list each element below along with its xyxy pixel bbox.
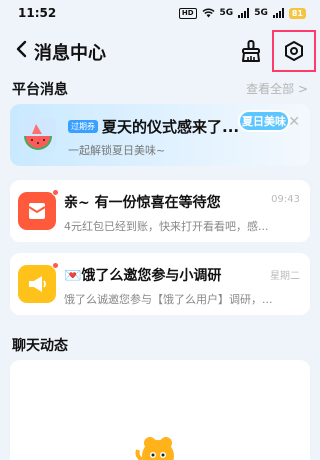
signal-bars-icon	[238, 8, 250, 18]
promo-badge: 夏日美味	[238, 110, 290, 132]
message-time: 星期二	[270, 271, 300, 282]
status-icons: HD 5G 5G 81	[178, 7, 306, 19]
promo-card[interactable]: 过期券 夏天的仪式感来了... 一起解锁夏日美味~ 夏日美味 ✕	[10, 104, 310, 166]
back-button[interactable]	[10, 38, 32, 60]
mascot-illustration	[135, 437, 174, 460]
platform-section-title: 平台消息	[12, 82, 68, 98]
signal-1-label: 5G	[219, 8, 234, 18]
message-item-surprise[interactable]: 亲~ 有一份惊喜在等待您 4元红包已经到账，快来打开看看吧，感... 09:43	[10, 180, 310, 242]
unread-dot	[52, 262, 59, 269]
expired-coupon-tag: 过期券	[68, 120, 98, 133]
status-time: 11:52	[18, 6, 57, 20]
page-title: 消息中心	[34, 43, 106, 64]
battery-indicator: 81	[288, 7, 306, 19]
clear-unread-button[interactable]	[238, 38, 264, 64]
signal-2-label: 5G	[254, 8, 268, 18]
signal-bars-icon	[272, 8, 284, 18]
watermelon-icon	[20, 118, 56, 152]
message-title: 亲~ 有一份惊喜在等待您	[64, 195, 221, 211]
unread-dot	[52, 189, 59, 196]
chat-empty-panel	[10, 360, 310, 460]
message-time: 09:43	[271, 194, 300, 205]
settings-button[interactable]	[272, 30, 316, 72]
see-all-link[interactable]: 查看全部 >	[246, 80, 308, 97]
message-title: 💌饿了么邀您参与小调研	[64, 268, 222, 284]
close-icon[interactable]: ✕	[288, 114, 300, 130]
message-preview: 饿了么诚邀您参与【饿了么用户】调研，...	[64, 293, 273, 306]
app-header: 消息中心	[0, 30, 320, 72]
hd-icon: HD	[178, 7, 197, 19]
message-preview: 4元红包已经到账，快来打开看看吧，感...	[64, 220, 269, 233]
red-envelope-icon	[18, 189, 59, 230]
chevron-left-icon	[16, 40, 27, 58]
message-item-survey[interactable]: 💌饿了么邀您参与小调研 饿了么诚邀您参与【饿了么用户】调研，... 星期二	[10, 253, 310, 315]
promo-title: 夏天的仪式感来了...	[102, 118, 240, 136]
promo-subtitle: 一起解锁夏日美味~	[68, 144, 166, 157]
settings-hexagon-icon	[285, 41, 303, 61]
megaphone-icon	[18, 262, 59, 303]
status-bar: 11:52 HD 5G 5G 81	[0, 0, 320, 26]
broom-icon	[242, 40, 260, 62]
chat-section-title: 聊天动态	[12, 338, 68, 354]
wifi-icon	[202, 8, 215, 18]
